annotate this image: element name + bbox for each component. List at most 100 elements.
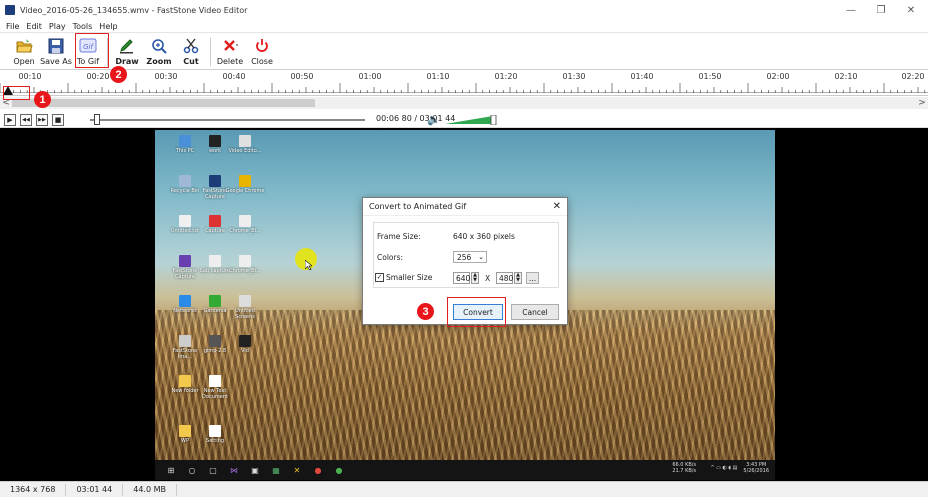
tick-label: 01:10 — [426, 72, 450, 81]
menu-help[interactable]: Help — [99, 22, 117, 31]
desktop-icon: Setting — [195, 425, 235, 444]
status-duration: 03:01 44 — [66, 483, 124, 496]
maximize-button[interactable]: ❐ — [866, 0, 896, 20]
tick-label: 01:40 — [630, 72, 654, 81]
desktop-icon-label: Chrome_Bl... — [229, 228, 261, 234]
folder-icon — [16, 39, 33, 53]
draw-label: Draw — [115, 57, 139, 66]
minimize-button[interactable]: — — [836, 0, 866, 20]
delete-button[interactable]: Delete — [214, 34, 246, 70]
desktop-icon: Video Edito... — [225, 135, 265, 154]
app-icon — [5, 5, 15, 15]
save-as-button[interactable]: Save As — [40, 34, 72, 70]
power-icon — [256, 39, 268, 52]
desktop-icon: Chrome_Bl... — [225, 215, 265, 234]
close-window-button[interactable]: ✕ — [896, 0, 926, 20]
desktop-icon-label: Chrome_Bl... — [229, 268, 261, 274]
zoom-label: Zoom — [146, 57, 172, 66]
desktop-icon: Untitled Screens — [225, 295, 265, 320]
timeline[interactable]: 00:10 00:20 00:30 00:40 00:50 01:00 01:1… — [0, 70, 928, 96]
windows-taskbar: ⊞ ○ ▢ ⋈ ▣ ▦ ✕ ● ● 66.0 KB/s 21.7 KB/s ^ … — [155, 460, 775, 480]
seek-knob[interactable] — [94, 114, 100, 125]
smaller-size-checkbox[interactable]: ✓ — [375, 273, 384, 282]
colors-dropdown[interactable]: 256 ⌄ — [453, 251, 487, 263]
toolbar-separator — [210, 38, 211, 66]
annotation-box-3 — [447, 297, 506, 327]
cancel-button[interactable]: Cancel — [511, 304, 559, 320]
cut-label: Cut — [183, 57, 199, 66]
desktop-icon-image — [209, 215, 221, 227]
speaker-icon[interactable]: 🔈 — [427, 113, 441, 126]
width-stepper[interactable]: ▲ ▼ — [471, 272, 479, 284]
volume-slider[interactable] — [445, 115, 497, 125]
desktop-icon-image — [239, 255, 251, 267]
scroll-right-button[interactable]: > — [916, 97, 928, 109]
frame-size-label: Frame Size: — [377, 232, 421, 241]
desktop-icon-image — [239, 135, 251, 147]
desktop-icon-image — [209, 335, 221, 347]
tick-label: 00:40 — [222, 72, 246, 81]
seek-slider[interactable] — [90, 114, 365, 125]
tick-label: 02:10 — [834, 72, 858, 81]
pen-icon — [120, 39, 133, 54]
stop-button[interactable]: ■ — [52, 113, 64, 126]
dialog-title: Convert to Animated Gif — [369, 202, 467, 211]
desktop-icon-label: Video Edito... — [228, 148, 262, 154]
tick-label: 00:50 — [290, 72, 314, 81]
desktop-icon-image — [209, 295, 221, 307]
height-stepper[interactable]: ▲ ▼ — [514, 272, 522, 284]
desktop-icon-label: gimp-2.8 — [203, 348, 227, 354]
desktop-icon-label: Gardenia — [203, 308, 227, 314]
menu-tools[interactable]: Tools — [73, 22, 93, 31]
save-as-label: Save As — [40, 57, 72, 66]
draw-button[interactable]: Draw — [111, 34, 143, 70]
desktop-icon-image — [179, 255, 191, 267]
tools-icon: ✕ — [293, 465, 301, 475]
delete-x-icon — [224, 40, 238, 51]
tick-label: 01:30 — [562, 72, 586, 81]
desktop-icon-image — [239, 215, 251, 227]
tick-label: 02:20 — [901, 72, 925, 81]
desktop-icon-image — [209, 175, 221, 187]
close-button[interactable]: Close — [246, 34, 278, 70]
dialog-close-button[interactable]: ✕ — [553, 201, 561, 212]
desktop-icon-label: work — [208, 148, 222, 154]
desktop-icon-image — [209, 425, 221, 437]
next-frame-button[interactable]: ▶▶ — [36, 113, 48, 126]
timeline-ruler — [0, 83, 928, 93]
chrome-icon: ● — [314, 465, 322, 475]
height-input[interactable]: 480 — [496, 272, 513, 284]
desktop-icon-image — [179, 375, 191, 387]
menu-file[interactable]: File — [6, 22, 19, 31]
timeline-scrollbar[interactable]: < > — [0, 97, 928, 109]
tick-label: 01:00 — [358, 72, 382, 81]
scroll-thumb[interactable] — [12, 99, 315, 107]
menu-play[interactable]: Play — [49, 22, 66, 31]
tick-label: 02:00 — [766, 72, 790, 81]
desktop-icon-image — [179, 295, 191, 307]
desktop-icon-image — [179, 135, 191, 147]
chevron-down-icon: ⌄ — [478, 253, 484, 261]
menu-edit[interactable]: Edit — [26, 22, 42, 31]
cut-button[interactable]: Cut — [175, 34, 207, 70]
smaller-size-label: Smaller Size — [386, 273, 433, 282]
desktop-icon-label: Networks — [173, 308, 197, 314]
desktop-icon-image — [179, 425, 191, 437]
size-options-button[interactable]: ... — [526, 272, 539, 284]
zoom-button[interactable]: Zoom — [143, 34, 175, 70]
desktop-icon-image — [209, 135, 221, 147]
previous-frame-button[interactable]: ◀◀ — [20, 113, 32, 126]
tray-icons: ^ ▭ ◐ ◖ ▤ — [710, 465, 738, 471]
size-separator: X — [485, 274, 491, 283]
floppy-icon — [48, 38, 64, 54]
tick-label: 01:50 — [698, 72, 722, 81]
toolbar: Open Save As Gif To Gif Draw Zoom Cut De… — [0, 34, 928, 70]
annotation-badge-3: 3 — [417, 303, 434, 320]
colors-label: Colors: — [377, 253, 404, 262]
desktop-icon: Vid — [225, 335, 265, 354]
open-button[interactable]: Open — [8, 34, 40, 70]
width-input[interactable]: 640 — [453, 272, 470, 284]
play-button[interactable]: ▶ — [4, 113, 16, 126]
app-icon: ● — [335, 465, 343, 475]
system-tray: 66.0 KB/s 21.7 KB/s ^ ▭ ◐ ◖ ▤ 3:43 PM 5/… — [672, 462, 769, 474]
